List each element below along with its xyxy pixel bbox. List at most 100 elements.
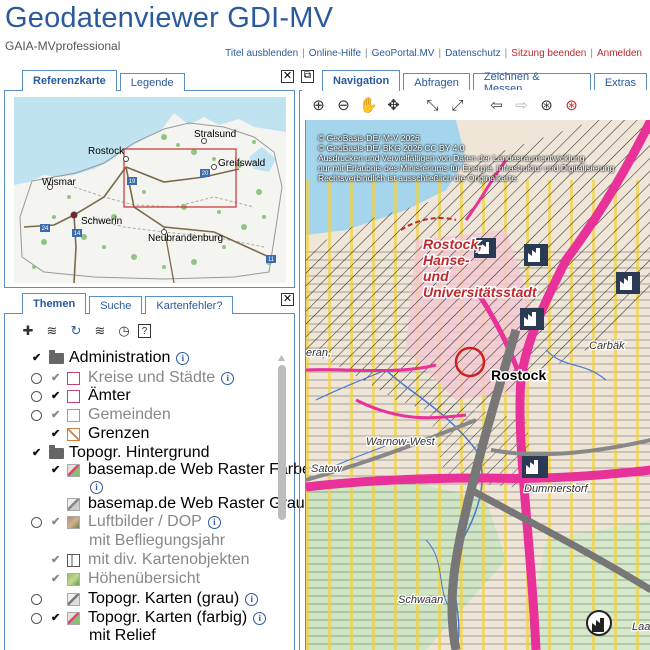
zoom-in-icon[interactable]: ⊕ <box>306 93 331 117</box>
radio-topo-grau[interactable] <box>31 593 42 605</box>
tree-row-kreise[interactable]: ✔ Kreise und Städte i <box>31 369 235 387</box>
checkbox-basemap-grau[interactable] <box>51 499 62 510</box>
info-icon[interactable]: i <box>176 351 190 365</box>
map-thumb-icon <box>67 497 80 511</box>
tree-row-aemter[interactable]: ✔ Ämter <box>31 387 131 405</box>
back-icon[interactable]: ⇦ <box>484 93 509 117</box>
move-icon[interactable]: ✥ <box>381 93 406 117</box>
link-datenschutz[interactable]: Datenschutz <box>445 48 501 59</box>
checkbox-topo-grau[interactable] <box>51 594 62 605</box>
tab-zeichnen-messen[interactable]: Zeichnen & Messen <box>472 71 591 95</box>
link-separator: | <box>365 48 368 59</box>
tree-row-topo-grau[interactable]: Topogr. Karten (grau) i <box>31 590 259 608</box>
refresh-icon[interactable]: ↻ <box>66 322 86 340</box>
layers-icon[interactable]: ≋ <box>42 322 62 340</box>
tab-referenzkarte[interactable]: Referenzkarte <box>22 70 117 91</box>
map-label-carbaek: Carbäk <box>589 340 625 352</box>
folder-icon <box>49 444 64 459</box>
tab-extras[interactable]: Extras <box>593 73 647 91</box>
aerial-thumb-icon <box>67 515 80 529</box>
globe-icon[interactable]: ⊛ <box>534 93 559 117</box>
link-sitzung-beenden[interactable]: Sitzung beenden <box>511 48 586 59</box>
close-themes-icon[interactable]: ✕ <box>281 293 294 306</box>
link-separator: | <box>590 48 593 59</box>
tree-row-topo-farbig[interactable]: ✔ Topogr. Karten (farbig) i <box>31 609 267 627</box>
radio-luftbilder[interactable] <box>31 516 42 528</box>
tab-legende[interactable]: Legende <box>119 73 185 91</box>
layers-stack-icon[interactable]: ≋ <box>90 322 110 340</box>
tree-row-mit-relief[interactable]: mit Relief <box>89 627 156 645</box>
clock-icon[interactable]: ◷ <box>114 322 134 340</box>
ref-city-neubrandenburg: Neubrandenburg <box>148 233 223 244</box>
checkbox-gemeinden[interactable]: ✔ <box>51 409 62 421</box>
info-icon[interactable]: i <box>207 515 221 529</box>
tree-row-topogr-hintergrund[interactable]: ✔ Topogr. Hintergrund <box>32 444 210 462</box>
checkbox-topo-farbig[interactable]: ✔ <box>51 612 62 624</box>
link-geoportal[interactable]: GeoPortal.MV <box>372 48 435 59</box>
tree-row-luftbilder[interactable]: ✔ Luftbilder / DOP i <box>31 513 221 531</box>
tree-row-basemap-farbe[interactable]: ✔ basemap.de Web Raster Farbe <box>51 461 311 479</box>
info-icon[interactable]: i <box>90 480 103 494</box>
folder-icon <box>49 349 64 364</box>
info-icon[interactable]: i <box>221 371 235 385</box>
tab-navigation[interactable]: Navigation <box>322 70 401 91</box>
tree-row-befliegungsjahr[interactable]: mit Befliegungsjahr <box>89 532 225 550</box>
tree-row-gemeinden[interactable]: ✔ Gemeinden <box>31 406 171 424</box>
tab-themen[interactable]: Themen <box>22 293 87 314</box>
tree-scroll-thumb[interactable] <box>278 365 286 520</box>
tab-suche[interactable]: Suche <box>89 296 143 314</box>
checkbox-administration[interactable]: ✔ <box>32 352 43 364</box>
checkbox-grenzen[interactable]: ✔ <box>51 428 62 440</box>
map-label-eran: eran, <box>306 347 331 359</box>
copyright-line: nur mit Erlaubnis des Ministeriums für E… <box>318 163 615 173</box>
tree-row-hoehenuebersicht[interactable]: ✔ Höhenübersicht <box>51 570 200 588</box>
tree-row-basemap-farbe-info: i <box>88 478 103 496</box>
map-label-hanse-3: und <box>423 268 449 284</box>
main-map[interactable]: Rostock, Hanse- und Universitätsstadt Ro… <box>305 120 650 650</box>
checkbox-basemap-farbe[interactable]: ✔ <box>51 464 62 476</box>
layer-label: Topogr. Karten (grau) <box>88 590 240 607</box>
ref-city-wismar: Wismar <box>42 177 77 188</box>
radio-kreise[interactable] <box>31 372 42 384</box>
info-icon[interactable]: i <box>245 592 259 606</box>
tab-kartenfehler[interactable]: Kartenfehler? <box>145 296 234 314</box>
close-reference-icon[interactable]: ✕ <box>281 70 294 83</box>
ref-shield-14: 14 <box>74 231 81 237</box>
pan-hand-icon[interactable]: ✋ <box>356 93 381 117</box>
link-titel-ausblenden[interactable]: Titel ausblenden <box>225 48 298 59</box>
tree-row-grenzen[interactable]: ✔ Grenzen <box>51 425 149 443</box>
ref-shield-24: 24 <box>42 226 49 232</box>
radio-topo-farbig[interactable] <box>31 612 42 624</box>
radio-gemeinden[interactable] <box>31 409 42 421</box>
map-label-laa: Laa <box>632 621 650 633</box>
radio-aemter[interactable] <box>31 390 42 402</box>
link-anmelden[interactable]: Anmelden <box>597 48 642 59</box>
map-label-schwaan: Schwaan <box>398 594 443 606</box>
tree-row-kartenobjekte[interactable]: ✔ mit div. Kartenobjekten <box>51 551 250 569</box>
info-icon[interactable]: i <box>253 611 267 625</box>
link-online-hilfe[interactable]: Online-Hilfe <box>309 48 361 59</box>
zoom-extent-in-icon[interactable]: ⤡ <box>420 93 445 117</box>
checkbox-kreise[interactable]: ✔ <box>51 372 62 384</box>
link-separator: | <box>504 48 508 59</box>
checkbox-topogr-hintergrund[interactable]: ✔ <box>32 447 43 459</box>
themes-tabs: Themen Suche Kartenfehler? <box>22 292 236 314</box>
map-thumb-icon <box>67 463 80 477</box>
reference-map[interactable]: Stralsund Rostock Greifswald Wismar Schw… <box>14 97 286 283</box>
zoom-extent-out-icon[interactable]: ⤢ <box>445 93 470 117</box>
globe-select-icon[interactable]: ⊛ <box>559 93 584 117</box>
checkbox-luftbilder[interactable]: ✔ <box>51 516 62 528</box>
panel-toggle-icon[interactable]: ⧉ <box>301 70 314 83</box>
checkbox-kartenobjekte[interactable]: ✔ <box>51 554 62 566</box>
checkbox-hoehenuebersicht[interactable]: ✔ <box>51 573 62 585</box>
tree-row-administration[interactable]: ✔ Administration i <box>32 349 190 367</box>
layer-label: Topogr. Hintergrund <box>69 444 210 461</box>
help-icon[interactable]: ? <box>138 324 151 338</box>
layer-label: Administration <box>69 349 171 366</box>
forward-icon[interactable]: ⇨ <box>509 93 534 117</box>
tab-abfragen[interactable]: Abfragen <box>403 73 470 91</box>
zoom-out-icon[interactable]: ⊖ <box>331 93 356 117</box>
add-layer-icon[interactable]: ✚ <box>18 322 38 340</box>
layer-label: mit Befliegungsjahr <box>89 532 226 549</box>
checkbox-aemter[interactable]: ✔ <box>51 390 62 402</box>
